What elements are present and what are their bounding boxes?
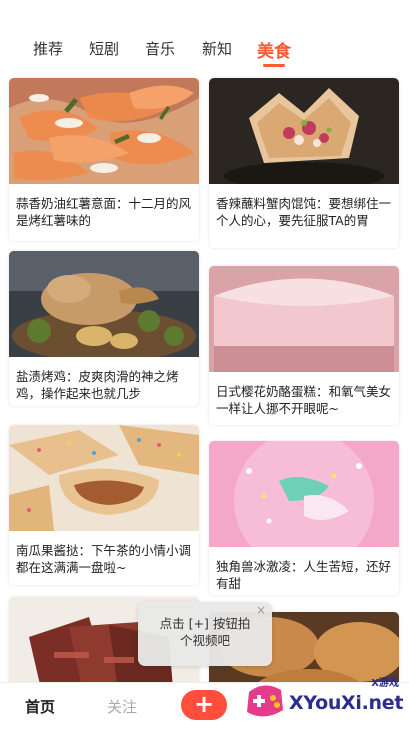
video-thumbnail — [209, 266, 399, 372]
close-icon[interactable]: × — [256, 603, 266, 617]
active-tab-indicator — [263, 64, 285, 67]
video-thumbnail — [9, 78, 199, 184]
tab-short-drama[interactable]: 短剧 — [89, 38, 119, 59]
video-title: 盐渍烤鸡：皮爽肉滑的神之烤鸡，操作起来也就几步 — [16, 369, 179, 401]
tab-recommend[interactable]: 推荐 — [33, 38, 63, 59]
video-thumbnail — [209, 441, 399, 547]
video-card[interactable]: 独角兽冰激凌：人生苦短，还好有甜 — [209, 441, 399, 595]
watermark-small-text: X游戏 — [371, 678, 399, 689]
video-thumbnail — [209, 78, 399, 184]
tab-music[interactable]: 音乐 — [145, 38, 175, 59]
site-watermark: X游戏 XYouXi.net — [239, 672, 409, 728]
video-title: 日式樱花奶酪蛋糕：和氧气美女一样让人挪不开眼呢~ — [216, 384, 392, 416]
tab-knowledge[interactable]: 新知 — [202, 38, 232, 59]
nav-home[interactable]: 首页 — [25, 696, 55, 717]
create-video-button[interactable]: + — [181, 690, 227, 720]
video-title: 香辣蘸料蟹肉馄饨：要想绑住一个人的心，要先征服TA的胃 — [216, 196, 392, 228]
video-thumbnail — [9, 251, 199, 357]
video-card[interactable]: 南瓜果酱挞：下午茶的小情小调都在这满满一盘啦~ — [9, 425, 199, 585]
video-title: 蒜香奶油红薯意面：十二月的风是烤红薯味的 — [16, 196, 192, 228]
watermark-text: XYouXi.net — [289, 692, 404, 714]
video-card[interactable]: 蒜香奶油红薯意面：十二月的风是烤红薯味的 — [9, 78, 199, 241]
video-card[interactable]: 日式樱花奶酪蛋糕：和氧气美女一样让人挪不开眼呢~ — [209, 266, 399, 425]
video-card[interactable]: 盐渍烤鸡：皮爽肉滑的神之烤鸡，操作起来也就几步 — [9, 251, 199, 406]
record-video-tooltip: 点击 [+] 按钮拍 个视频吧 × — [138, 602, 272, 666]
gamepad-logo-icon — [247, 685, 283, 717]
tab-food[interactable]: 美食 — [257, 37, 291, 62]
video-card[interactable]: 香辣蘸料蟹肉馄饨：要想绑住一个人的心，要先征服TA的胃 — [209, 78, 399, 248]
top-tab-bar: 推荐 短剧 音乐 新知 美食 — [0, 0, 409, 76]
video-thumbnail — [9, 425, 199, 531]
video-title: 独角兽冰激凌：人生苦短，还好有甜 — [216, 559, 392, 591]
tooltip-text: 点击 [+] 按钮拍 个视频吧 — [159, 616, 251, 648]
nav-follow[interactable]: 关注 — [107, 696, 137, 717]
video-title: 南瓜果酱挞：下午茶的小情小调都在这满满一盘啦~ — [16, 543, 192, 575]
